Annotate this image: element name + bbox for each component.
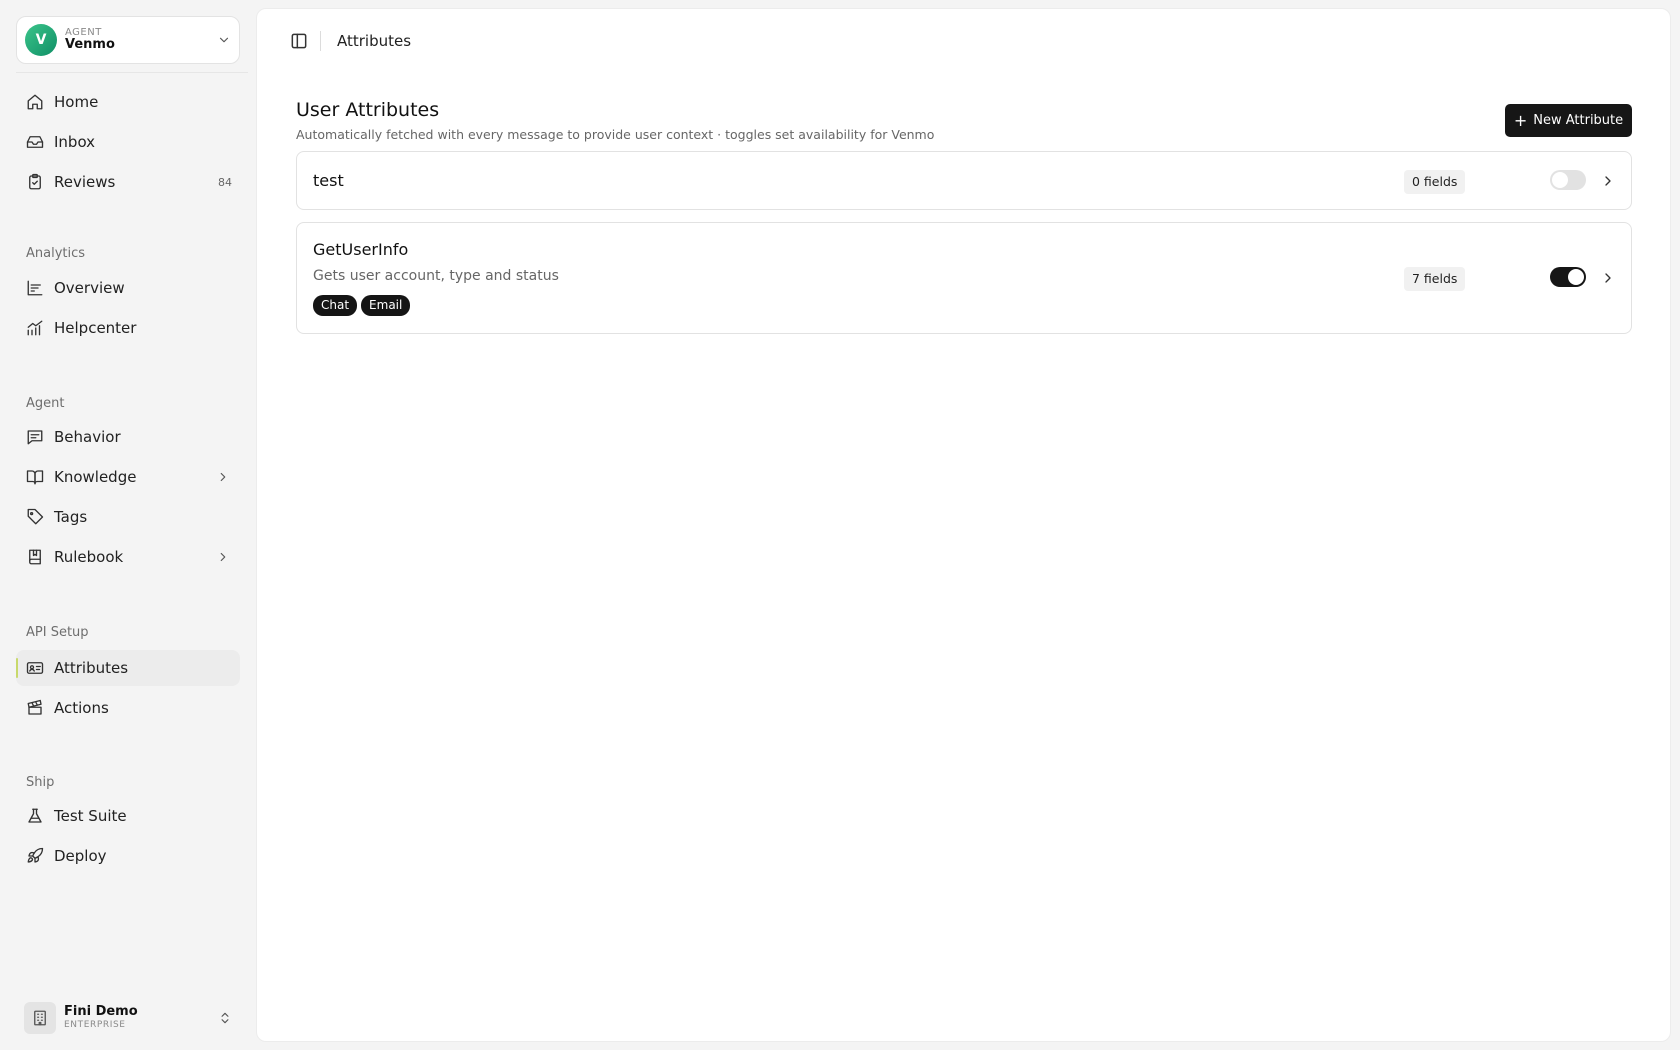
bar-chart-icon xyxy=(26,279,44,297)
sidebar-item-label: Deploy xyxy=(54,847,107,865)
org-switcher[interactable]: Fini Demo ENTERPRISE xyxy=(16,998,240,1038)
org-name: Fini Demo xyxy=(64,1004,138,1020)
availability-toggle[interactable] xyxy=(1550,267,1586,287)
chevron-right-icon[interactable] xyxy=(1600,173,1616,189)
breadcrumb: Attributes xyxy=(337,32,412,50)
attribute-name: test xyxy=(313,171,344,190)
main-panel: Attributes User Attributes Automatically… xyxy=(256,8,1671,1042)
sidebar-item-label: Overview xyxy=(54,279,125,297)
fields-count-badge: 7 fields xyxy=(1404,267,1466,291)
sidebar-item-deploy[interactable]: Deploy xyxy=(16,838,240,874)
page-subtitle: Automatically fetched with every message… xyxy=(296,127,935,142)
message-square-icon xyxy=(26,428,44,446)
attribute-card[interactable]: GetUserInfo Gets user account, type and … xyxy=(296,222,1632,334)
sidebar-item-label: Inbox xyxy=(54,133,96,151)
topbar-divider xyxy=(320,31,321,51)
agent-switcher[interactable]: V AGENT Venmo xyxy=(16,16,240,64)
agent-avatar: V xyxy=(25,24,57,56)
building-icon xyxy=(24,1002,56,1034)
attribute-description: Gets user account, type and status xyxy=(313,268,559,284)
org-plan: ENTERPRISE xyxy=(64,1020,126,1031)
new-attribute-button[interactable]: + New Attribute xyxy=(1505,104,1632,137)
sidebar-item-overview[interactable]: Overview xyxy=(16,270,240,306)
sidebar-item-home[interactable]: Home xyxy=(16,84,240,120)
clapperboard-icon xyxy=(26,699,44,717)
chevron-right-icon xyxy=(220,472,226,482)
sidebar-item-rulebook[interactable]: Rulebook xyxy=(16,539,240,575)
rocket-icon xyxy=(26,847,44,865)
book-bookmark-icon xyxy=(26,548,44,566)
sidebar-item-label: Attributes xyxy=(54,659,129,677)
channel-tag: Chat xyxy=(313,295,358,316)
book-open-icon xyxy=(26,468,44,486)
id-card-icon xyxy=(26,659,44,677)
sidebar-item-label: Home xyxy=(54,93,99,111)
chevron-right-icon[interactable] xyxy=(1600,270,1616,286)
sidebar-item-label: Rulebook xyxy=(54,548,124,566)
sidebar-item-label: Reviews xyxy=(54,173,116,191)
sidebar-toggle-icon[interactable] xyxy=(289,31,309,51)
availability-toggle[interactable] xyxy=(1550,170,1586,190)
sidebar: V AGENT Venmo Home Inbox Reviews 84 Anal… xyxy=(0,0,255,1050)
clipboard-check-icon xyxy=(26,173,44,191)
flask-icon xyxy=(26,807,44,825)
fields-count-badge: 0 fields xyxy=(1404,170,1466,194)
section-label-ship: Ship xyxy=(26,775,55,790)
sidebar-item-attributes[interactable]: Attributes xyxy=(16,650,240,686)
sidebar-item-behavior[interactable]: Behavior xyxy=(16,419,240,455)
sidebar-item-label: Actions xyxy=(54,699,109,717)
new-attribute-label: New Attribute xyxy=(1533,113,1624,128)
toggle-knob xyxy=(1552,172,1568,188)
sidebar-item-label: Test Suite xyxy=(54,807,127,825)
attribute-card[interactable]: test 0 fields xyxy=(296,151,1632,210)
sidebar-item-label: Behavior xyxy=(54,428,121,446)
section-label-analytics: Analytics xyxy=(26,246,86,261)
reviews-count-badge: 84 xyxy=(218,175,232,189)
sidebar-item-inbox[interactable]: Inbox xyxy=(16,124,240,160)
attribute-name: GetUserInfo xyxy=(313,240,409,259)
section-label-agent: Agent xyxy=(26,396,65,411)
chevrons-up-down-icon xyxy=(221,1012,229,1024)
sidebar-item-label: Tags xyxy=(54,508,88,526)
channel-tag: Email xyxy=(361,295,411,316)
toggle-knob xyxy=(1568,269,1584,285)
topbar: Attributes xyxy=(257,9,1670,73)
chart-line-icon xyxy=(26,319,44,337)
chevron-right-icon xyxy=(220,552,226,562)
sidebar-divider xyxy=(16,72,248,73)
home-icon xyxy=(26,93,44,111)
sidebar-item-knowledge[interactable]: Knowledge xyxy=(16,459,240,495)
tag-icon xyxy=(26,508,44,526)
sidebar-item-tags[interactable]: Tags xyxy=(16,499,240,535)
page-title: User Attributes xyxy=(296,99,440,121)
sidebar-item-test-suite[interactable]: Test Suite xyxy=(16,798,240,834)
sidebar-item-label: Helpcenter xyxy=(54,319,137,337)
sidebar-item-helpcenter[interactable]: Helpcenter xyxy=(16,310,240,346)
sidebar-item-actions[interactable]: Actions xyxy=(16,690,240,726)
plus-icon: + xyxy=(1513,110,1528,130)
sidebar-item-label: Knowledge xyxy=(54,468,137,486)
inbox-icon xyxy=(26,133,44,151)
chevron-down-icon xyxy=(219,37,229,43)
section-label-api-setup: API Setup xyxy=(26,625,89,640)
agent-name: Venmo xyxy=(65,37,115,53)
sidebar-item-reviews[interactable]: Reviews 84 xyxy=(16,164,240,200)
channel-tags: Chat Email xyxy=(313,295,411,316)
